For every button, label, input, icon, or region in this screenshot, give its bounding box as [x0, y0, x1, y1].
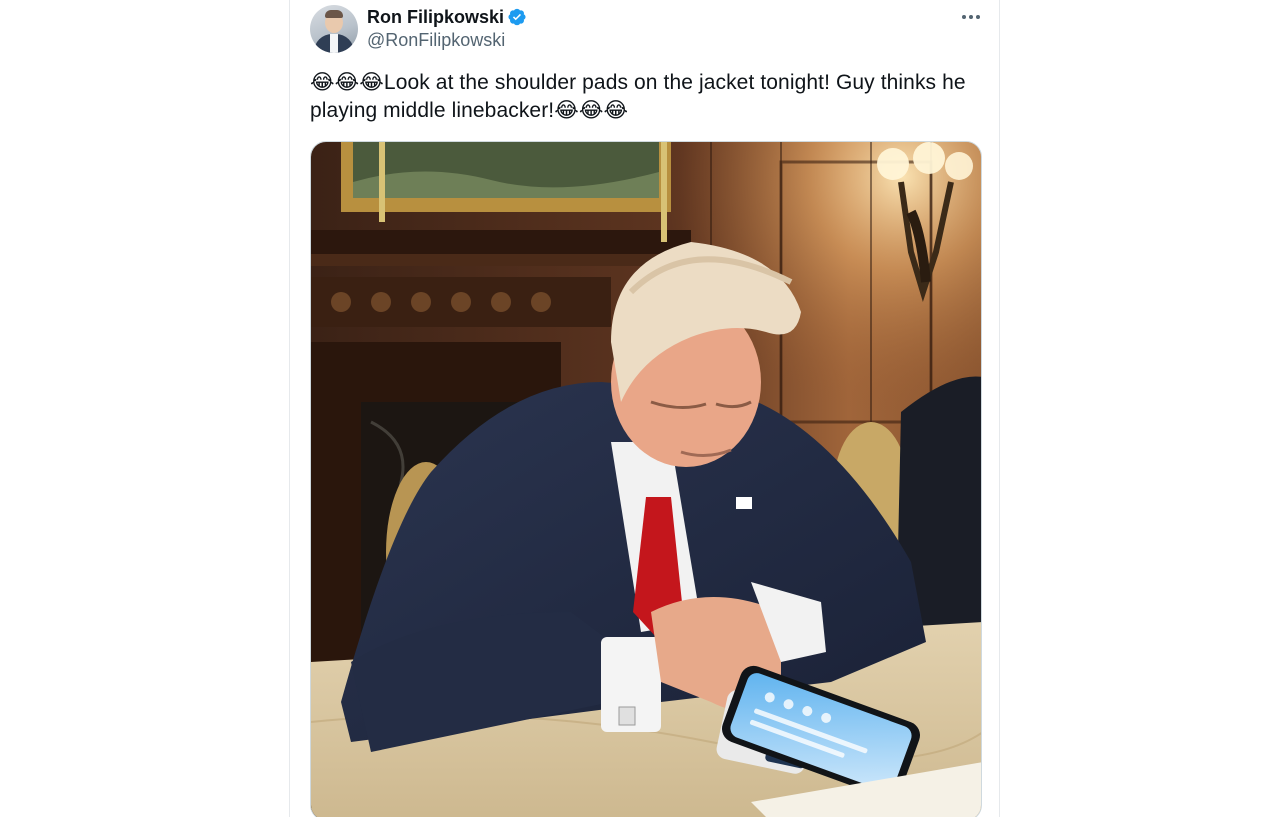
more-button[interactable] [954, 6, 988, 28]
photo-illustration [311, 142, 981, 817]
tweet-photo[interactable] [310, 141, 982, 817]
handle[interactable]: @RonFilipkowski [367, 28, 527, 52]
page: Ron Filipkowski @RonFilipkowski 😂😂😂Look … [0, 0, 1280, 817]
tweet-card[interactable]: Ron Filipkowski @RonFilipkowski 😂😂😂Look … [289, 0, 1000, 817]
display-name[interactable]: Ron Filipkowski [367, 6, 504, 28]
author-info: Ron Filipkowski @RonFilipkowski [367, 6, 527, 52]
more-horizontal-icon [962, 15, 966, 19]
display-name-row: Ron Filipkowski [367, 6, 527, 28]
tweet-text: 😂😂😂Look at the shoulder pads on the jack… [310, 71, 966, 122]
verified-badge-icon [508, 8, 526, 26]
avatar[interactable] [310, 5, 358, 53]
